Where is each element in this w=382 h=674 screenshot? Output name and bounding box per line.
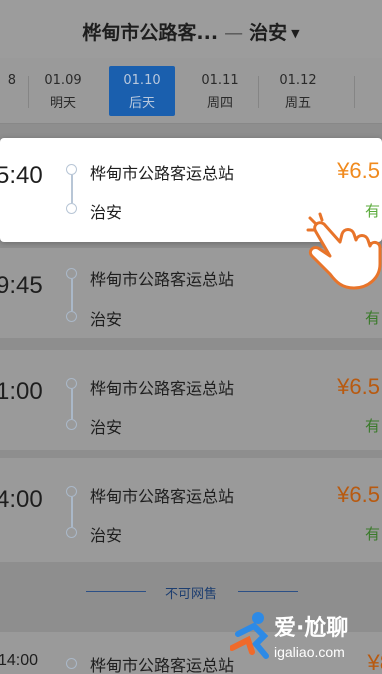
trip-to: 治安: [90, 526, 123, 545]
departure-time: 14:00: [0, 652, 39, 669]
date-tab-weekday: 后天: [128, 96, 155, 111]
seat-availability: 有: [364, 525, 380, 543]
site-watermark: 爱·尬聊 igaliao.com: [228, 606, 382, 670]
no-online-sale-label: 不可网售: [164, 587, 217, 602]
date-tab-0108[interactable]: 8: [0, 66, 18, 116]
trip-price: ¥6.5: [337, 158, 380, 183]
header: 桦甸市公路客... — 治安 ▼: [0, 0, 382, 58]
no-online-sale-divider: 不可网售: [0, 576, 382, 606]
origin-dot-icon: [66, 164, 77, 175]
departure-time: 5:40: [0, 162, 43, 189]
date-tab-date: 8: [7, 73, 16, 88]
origin-dot-icon: [66, 486, 77, 497]
trip-from: 桦甸市公路客运总站: [90, 164, 235, 183]
date-tab-date: 01.12: [279, 73, 317, 88]
trip-from: 桦甸市公路客运总站: [90, 379, 235, 398]
date-tab-date: 01.10: [123, 73, 161, 88]
origin-station: 桦甸市公路客...: [82, 22, 219, 44]
seat-availability: 有: [364, 417, 380, 435]
destination-station: 治安: [249, 22, 288, 44]
trip-card[interactable]: 4:00 桦甸市公路客运总站 治安 ¥6.5 有: [0, 458, 382, 562]
date-tab-weekday: 周四: [206, 96, 233, 111]
destination-dot-icon: [66, 419, 77, 430]
date-tab-weekday: 明天: [49, 96, 76, 111]
date-tab-weekday: 周五: [284, 96, 311, 111]
destination-dot-icon: [66, 527, 77, 538]
origin-dot-icon: [66, 268, 77, 279]
trip-from: 桦甸市公路客运总站: [90, 656, 235, 674]
trip-from: 桦甸市公路客运总站: [90, 487, 235, 506]
route-selector[interactable]: 桦甸市公路客... — 治安 ▼: [0, 18, 382, 45]
route-line: [71, 279, 73, 311]
seat-availability: 有: [364, 309, 380, 327]
origin-dot-icon: [66, 658, 77, 669]
date-bar: 8 01.09 明天 01.10 后天 01.11 周四 01.12 周五: [0, 58, 382, 124]
date-tab-0111[interactable]: 01.11 周四: [187, 66, 253, 116]
route-line: [71, 175, 73, 203]
date-tab-0109[interactable]: 01.09 明天: [30, 66, 96, 116]
departure-time: 9:45: [0, 272, 43, 299]
date-tab-0110[interactable]: 01.10 后天: [109, 66, 175, 116]
route-line: [71, 497, 73, 527]
departure-time: 4:00: [0, 486, 43, 513]
runner-logo-icon: [230, 612, 269, 659]
caret-down-icon: ▼: [291, 27, 300, 40]
watermark-url: igaliao.com: [274, 644, 345, 660]
date-divider: [28, 76, 29, 108]
date-tab-date: 01.09: [44, 73, 82, 88]
trip-card[interactable]: 1:00 桦甸市公路客运总站 治安 ¥6.5 有: [0, 350, 382, 450]
destination-dot-icon: [66, 311, 77, 322]
route-separator: —: [224, 22, 244, 44]
watermark-title: 爱·尬聊: [274, 616, 349, 641]
trip-price: ¥6.5: [337, 374, 380, 399]
date-divider: [354, 76, 355, 108]
departure-time: 1:00: [0, 378, 43, 405]
trip-to: 治安: [90, 418, 123, 437]
trip-to: 治安: [90, 310, 123, 329]
trip-to: 治安: [90, 203, 123, 222]
date-divider: [258, 76, 259, 108]
divider-line: [238, 591, 298, 592]
trip-from: 桦甸市公路客运总站: [90, 270, 235, 289]
tap-hand-icon: [306, 212, 382, 290]
date-tab-date: 01.11: [201, 73, 239, 88]
trip-price: ¥6.5: [337, 482, 380, 507]
date-tab-0112[interactable]: 01.12 周五: [265, 66, 331, 116]
route-line: [71, 389, 73, 419]
origin-dot-icon: [66, 378, 77, 389]
destination-dot-icon: [66, 203, 77, 214]
